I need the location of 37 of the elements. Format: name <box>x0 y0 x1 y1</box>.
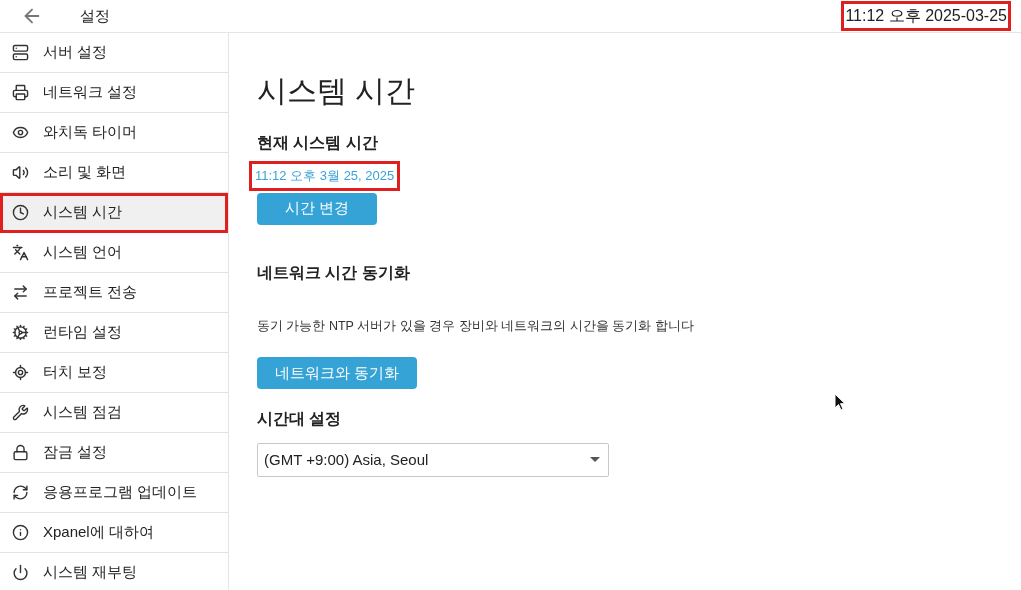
clock-text: 11:12 오후 2025-03-25 <box>841 1 1011 31</box>
target-icon <box>12 364 29 381</box>
tools-icon <box>12 404 29 421</box>
sidebar-item[interactable]: 런타임 설정 <box>0 313 228 353</box>
gear-icon <box>12 324 29 341</box>
sidebar-item[interactable]: 서버 설정 <box>0 33 228 73</box>
sidebar-item[interactable]: 와치독 타이머 <box>0 113 228 153</box>
network-sync-description: 동기 가능한 NTP 서버가 있을 경우 장비와 네트워크의 시간을 동기화 합니다 <box>257 317 695 335</box>
language-icon <box>12 244 29 261</box>
transfer-icon <box>12 284 29 301</box>
lock-icon <box>12 444 29 461</box>
timezone-dropdown[interactable]: (GMT +9:00) Asia, Seoul <box>257 443 609 478</box>
clock-icon <box>12 204 29 221</box>
current-time-value: 11:12 오후 3월 25, 2025 <box>249 161 401 191</box>
info-icon <box>12 524 29 541</box>
sidebar-item[interactable]: 응용프로그램 업데이트 <box>0 473 228 513</box>
sidebar-item[interactable]: 시스템 재부팅 <box>0 553 228 590</box>
eye-icon <box>12 124 29 141</box>
sidebar-item[interactable]: 프로젝트 전송 <box>0 273 228 313</box>
section-title: 시스템 시간 <box>257 73 417 109</box>
current-time-heading: 현재 시스템 시간 <box>257 133 379 153</box>
mouse-pointer-icon <box>834 393 846 411</box>
dropdown-caret-icon <box>590 457 600 464</box>
sidebar-item[interactable]: 잠금 설정 <box>0 433 228 473</box>
speaker-icon <box>12 164 29 181</box>
sidebar-item[interactable]: 시스템 언어 <box>0 233 228 273</box>
sidebar-item[interactable]: 시스템 시간 <box>0 193 228 233</box>
sidebar-item[interactable]: 터치 보정 <box>0 353 228 393</box>
power-icon <box>12 564 29 581</box>
sidebar-item[interactable]: 네트워크 설정 <box>0 73 228 113</box>
refresh-icon <box>12 484 29 501</box>
sidebar-item[interactable]: 시스템 점검 <box>0 393 228 433</box>
sidebar-item[interactable]: Xpanel에 대하여 <box>0 513 228 553</box>
network-sync-heading: 네트워크 시간 동기화 <box>257 262 411 283</box>
timezone-heading: 시간대 설정 <box>257 409 343 430</box>
server-icon <box>12 44 29 61</box>
page-title: 설정 <box>80 5 110 26</box>
